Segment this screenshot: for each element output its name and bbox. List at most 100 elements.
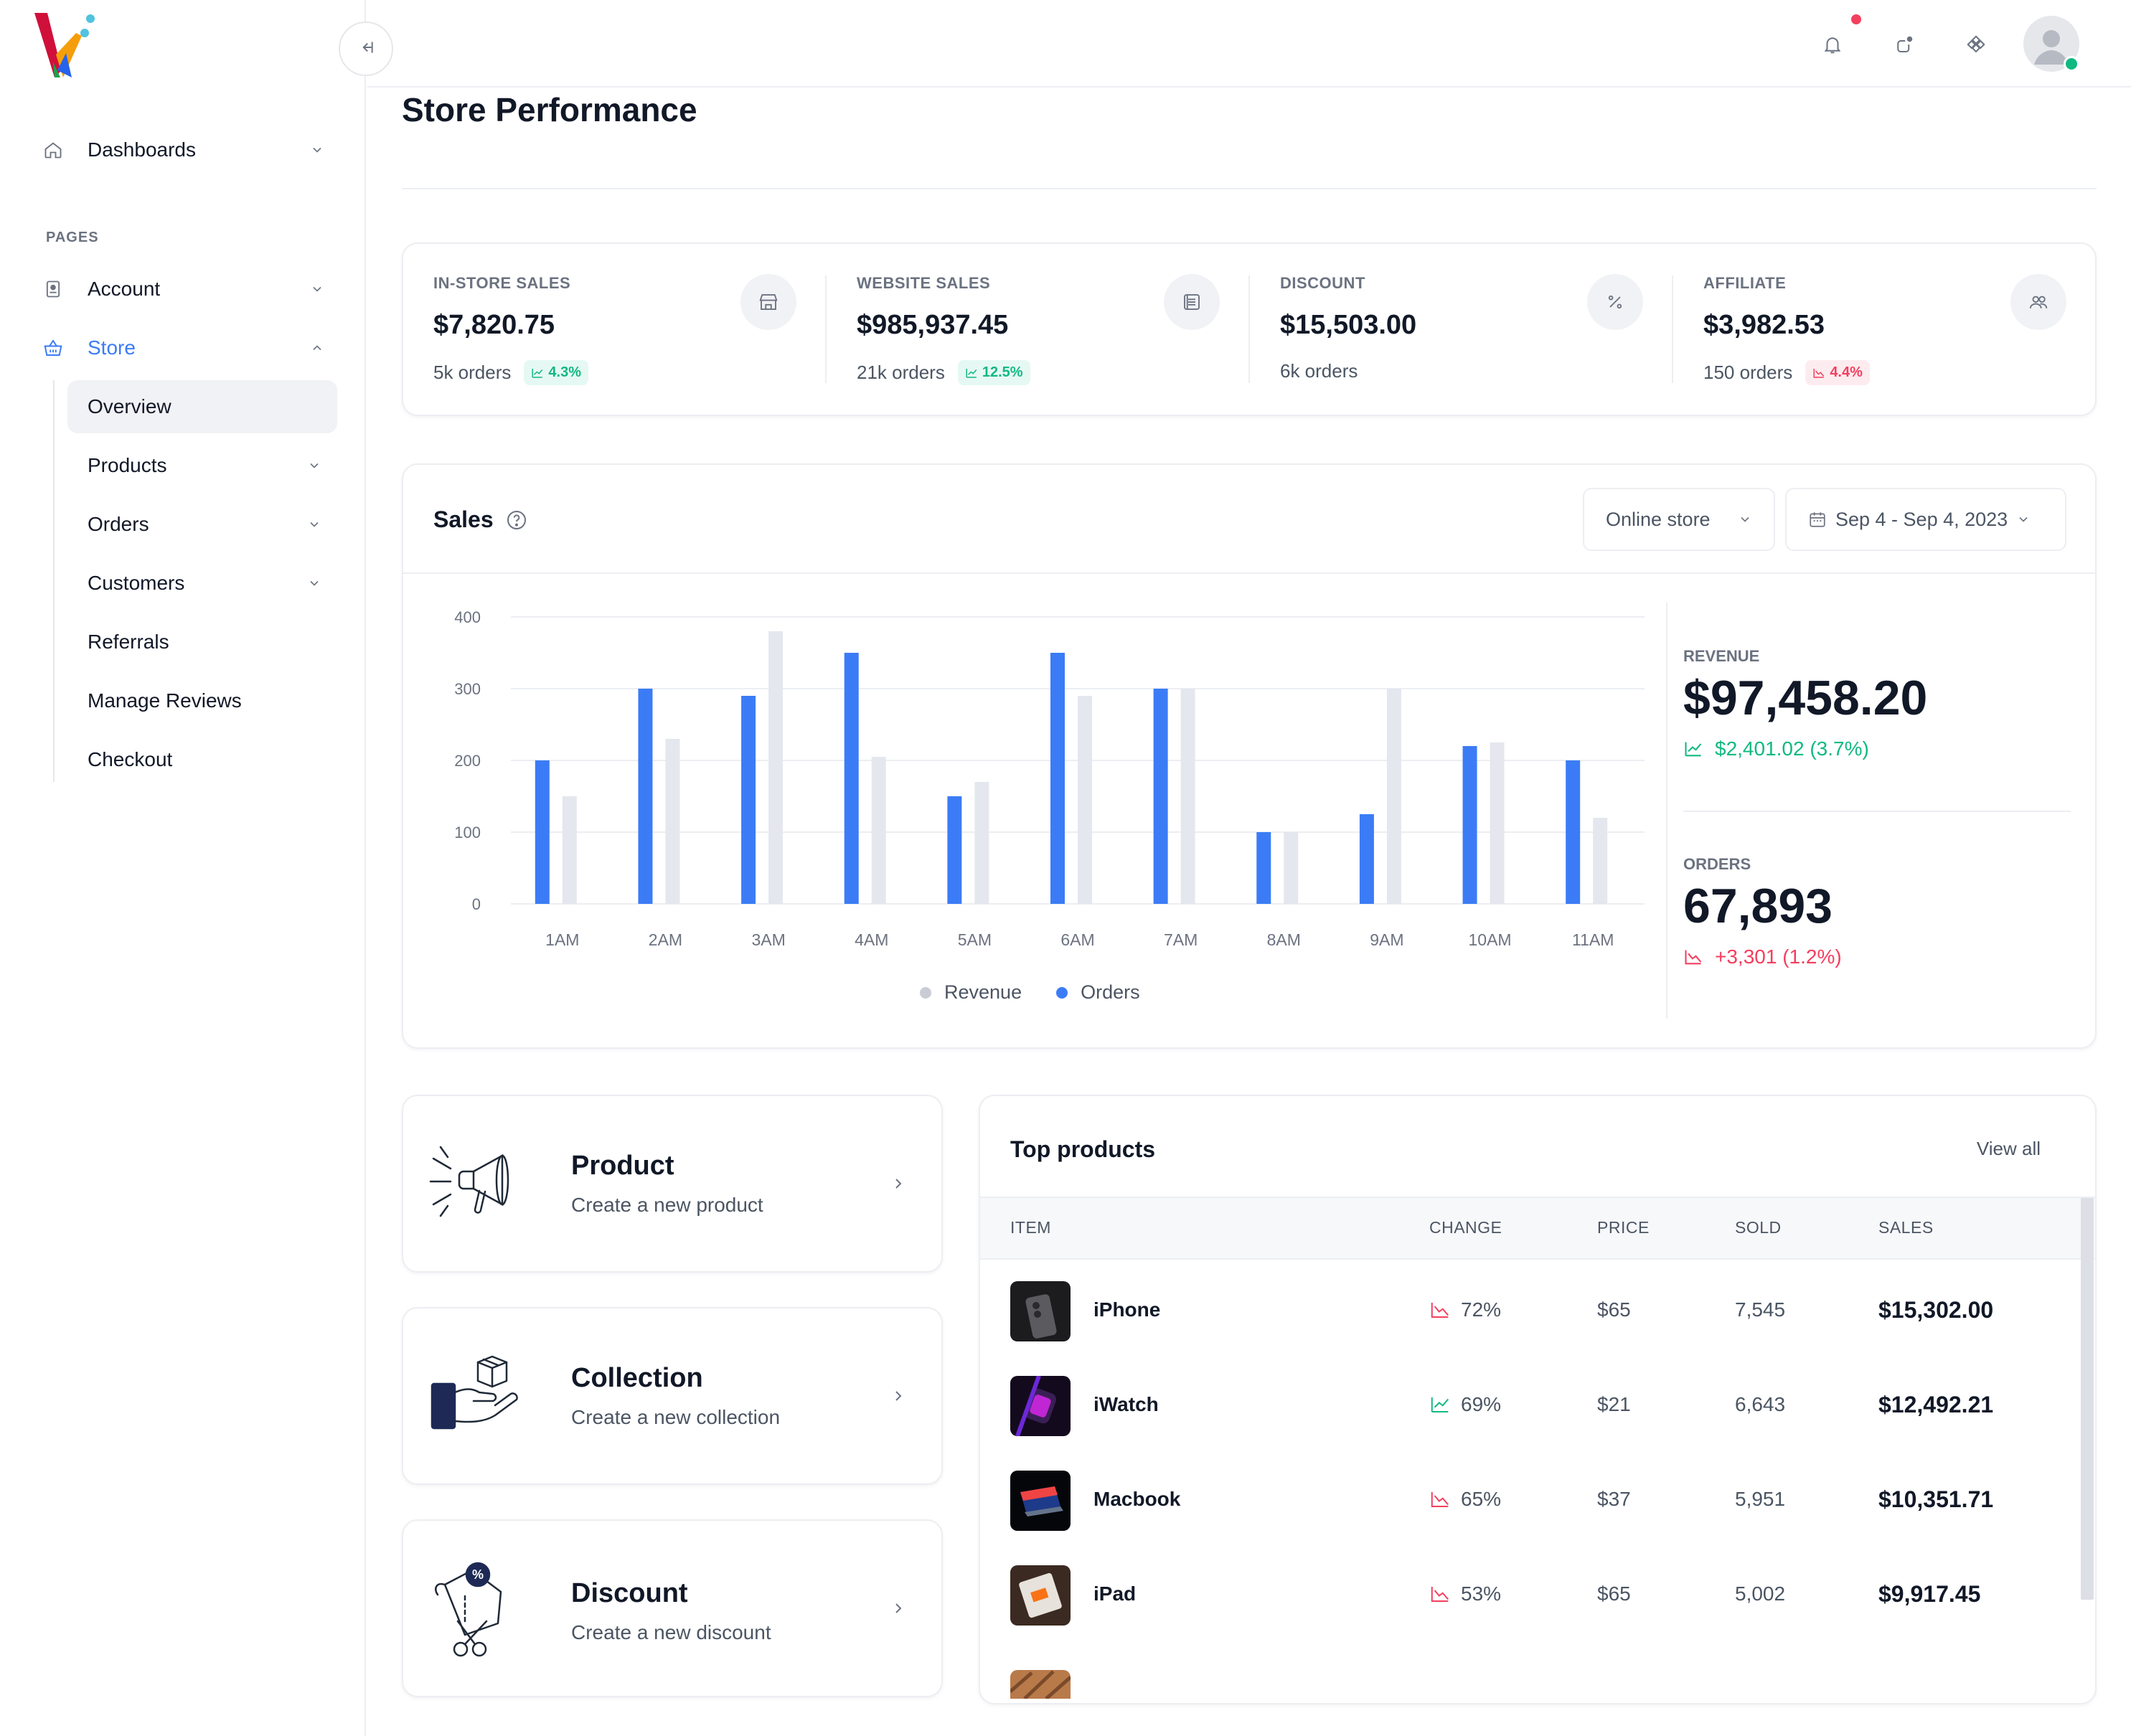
sidebar-item-customers[interactable]: Customers xyxy=(67,557,337,610)
legend-item-orders[interactable]: Orders xyxy=(1056,981,1140,1004)
table-row[interactable]: iPhone 72% $65 7,545 $15,302.00 xyxy=(980,1264,2085,1359)
orders-change-value: +3,301 (1.2%) xyxy=(1715,945,1842,968)
app-switch-icon[interactable] xyxy=(1888,29,1920,60)
column-header-price[interactable]: PRICE xyxy=(1597,1218,1650,1237)
sales-card: Sales Online store Sep 4 - Sep 4, 2023 0… xyxy=(402,463,2097,1049)
x-tick-label: 1AM xyxy=(545,930,579,949)
notification-dot xyxy=(1851,14,1861,24)
users-icon xyxy=(2010,274,2066,330)
stat-label: AFFILIATE xyxy=(1703,274,1787,292)
product-sales: $9,917.45 xyxy=(1878,1581,1981,1607)
trend-up-icon xyxy=(1431,1397,1449,1412)
calendar-icon xyxy=(1808,510,1827,529)
sidebar-item-overview[interactable]: Overview xyxy=(67,380,337,433)
divider xyxy=(402,188,2097,189)
product-name: Macbook xyxy=(1093,1488,1181,1510)
product-thumbnail xyxy=(1010,1281,1071,1341)
stat-sub: 6k orders xyxy=(1280,360,1358,382)
bar-revenue xyxy=(1490,742,1505,904)
product-sales: $10,351.71 xyxy=(1878,1486,1994,1512)
trend-down-icon xyxy=(1431,1587,1449,1602)
revenue-value: $97,458.20 xyxy=(1683,671,1928,725)
action-card-discount[interactable]: % Discount Create a new discount xyxy=(402,1519,943,1697)
product-change: 69% xyxy=(1429,1393,1501,1416)
collapse-sidebar-button[interactable] xyxy=(339,22,393,76)
product-name: iWatch xyxy=(1093,1393,1159,1415)
x-tick-label: 5AM xyxy=(958,930,992,949)
orders-value: 67,893 xyxy=(1683,879,1833,933)
stat-orders: 5k orders xyxy=(433,362,512,383)
bar-revenue xyxy=(1284,832,1299,904)
topbar xyxy=(367,0,2131,88)
bar-orders xyxy=(844,653,859,904)
top-products-card: Top products View all ITEM CHANGE PRICE … xyxy=(979,1095,2097,1704)
product-thumbnail xyxy=(1010,1565,1071,1626)
chevron-right-icon xyxy=(885,1383,911,1409)
x-tick-label: 10AM xyxy=(1468,930,1511,949)
sales-title: Sales xyxy=(433,506,494,532)
notification-bell-icon[interactable] xyxy=(1817,29,1848,60)
sidebar-item-checkout[interactable]: Checkout xyxy=(67,733,337,786)
bar-orders xyxy=(741,696,756,904)
bar-revenue xyxy=(1078,696,1092,904)
app-logo[interactable] xyxy=(32,11,96,80)
help-circle-icon[interactable] xyxy=(505,509,528,532)
column-header-change[interactable]: CHANGE xyxy=(1429,1218,1502,1237)
sidebar-item-orders[interactable]: Orders xyxy=(67,498,337,551)
badge-value: 4.4% xyxy=(1830,364,1863,380)
product-price: $37 xyxy=(1597,1488,1631,1510)
trend-down-icon xyxy=(1813,368,1825,378)
product-price: $21 xyxy=(1597,1393,1631,1415)
sidebar-item-products[interactable]: Products xyxy=(67,439,337,492)
chevron-down-icon xyxy=(1738,512,1752,527)
sidebar-item-label: Orders xyxy=(88,513,149,535)
sidebar-item-referrals[interactable]: Referrals xyxy=(67,615,337,669)
y-tick-label: 400 xyxy=(454,608,481,626)
table-header: ITEM CHANGE PRICE SOLD SALES xyxy=(980,1197,2095,1260)
hand-box-icon xyxy=(431,1355,518,1430)
stat-value: $7,820.75 xyxy=(433,310,555,340)
y-tick-label: 300 xyxy=(454,680,481,698)
trend-up-icon xyxy=(532,368,543,378)
bar-orders xyxy=(535,760,550,904)
table-row[interactable]: iWatch 69% $21 6,643 $12,492.21 xyxy=(980,1359,2085,1453)
legend-dot xyxy=(1056,986,1068,999)
product-sold: 5,951 xyxy=(1735,1488,1786,1510)
action-card-collection[interactable]: Collection Create a new collection xyxy=(402,1307,943,1485)
action-card-product[interactable]: Product Create a new product xyxy=(402,1095,943,1273)
product-thumbnail xyxy=(1010,1376,1071,1436)
action-subtitle: Create a new product xyxy=(571,1194,763,1216)
column-header-sales[interactable]: SALES xyxy=(1878,1218,1934,1237)
change-value: 65% xyxy=(1461,1488,1502,1510)
nav-account[interactable]: Account xyxy=(36,263,330,316)
nav-dashboards[interactable]: Dashboards xyxy=(36,123,330,176)
change-value: 53% xyxy=(1461,1582,1502,1605)
list-icon xyxy=(1164,274,1220,330)
sidebar-item-label: Checkout xyxy=(88,748,173,770)
store-select-dropdown[interactable]: Online store xyxy=(1583,488,1775,551)
nav-store[interactable]: Store xyxy=(36,321,330,374)
view-all-link[interactable]: View all xyxy=(1977,1138,2041,1160)
date-range-picker[interactable]: Sep 4 - Sep 4, 2023 xyxy=(1785,488,2066,551)
collapse-left-icon xyxy=(357,38,375,60)
orders-label: ORDERS xyxy=(1683,855,1751,873)
pages-section-label: PAGES xyxy=(46,230,99,245)
table-row[interactable]: iPad 53% $65 5,002 $9,917.45 xyxy=(980,1548,2085,1643)
stat-in-store-sales: IN-STORE SALES $7,820.75 5k orders 4.3% xyxy=(403,244,825,415)
column-header-item[interactable]: ITEM xyxy=(1010,1218,1051,1237)
discount-tag-icon: % xyxy=(435,1562,502,1657)
chevron-down-icon xyxy=(301,453,327,478)
apps-grid-icon[interactable] xyxy=(1960,29,1992,60)
column-header-sold[interactable]: SOLD xyxy=(1735,1218,1782,1237)
sidebar-item-manage-reviews[interactable]: Manage Reviews xyxy=(67,674,337,727)
sidebar-item-label: Overview xyxy=(88,395,171,418)
stat-orders: 150 orders xyxy=(1703,362,1793,383)
legend-item-revenue[interactable]: Revenue xyxy=(920,981,1022,1004)
trend-up-icon xyxy=(1685,742,1702,757)
legend-label: Revenue xyxy=(944,981,1022,1003)
table-row[interactable]: Macbook 65% $37 5,951 $10,351.71 xyxy=(980,1453,2085,1548)
store-icon xyxy=(740,274,796,330)
bar-orders xyxy=(1050,653,1065,904)
revenue-label: REVENUE xyxy=(1683,647,1760,665)
nav-account-label: Account xyxy=(88,278,161,300)
